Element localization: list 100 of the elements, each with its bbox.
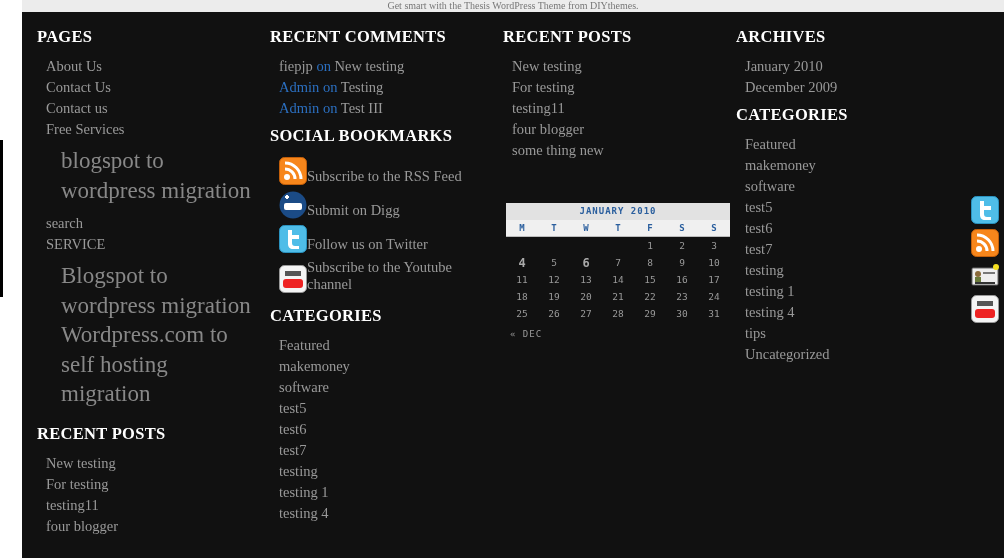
comment-connector: on [316, 58, 331, 74]
calendar-day: 16 [666, 272, 698, 288]
list-link[interactable]: About Us [46, 58, 102, 74]
rss-icon[interactable] [279, 157, 307, 185]
list-link[interactable]: Uncategorized [745, 346, 830, 362]
calendar-day: 12 [538, 272, 570, 288]
calendar-day: 27 [570, 306, 602, 322]
list-link[interactable]: testing11 [512, 100, 565, 116]
comment-author-link[interactable]: Admin [279, 79, 320, 95]
list-link[interactable]: test5 [279, 400, 307, 416]
calendar-day: 15 [634, 272, 666, 288]
calendar-day: 28 [602, 306, 634, 322]
list-link[interactable]: test7 [279, 442, 307, 458]
list-link[interactable]: SERVICE [46, 236, 106, 252]
widget-title: ARCHIVES [736, 26, 826, 48]
calendar-day: 1 [634, 238, 666, 254]
comment-connector: on [322, 79, 338, 95]
rss-icon[interactable] [971, 229, 999, 257]
sub-page-link[interactable]: Wordpress.com to self hosting migration [61, 320, 251, 409]
list-link[interactable]: four blogger [512, 121, 585, 137]
list-link[interactable]: Featured [279, 337, 330, 353]
comment-author-link[interactable]: Admin [279, 100, 320, 116]
calendar-day: 3 [698, 238, 730, 254]
list-link[interactable]: test5 [745, 199, 773, 215]
list-link[interactable]: testing 4 [745, 304, 795, 320]
list-link[interactable]: testing [745, 262, 784, 278]
calendar-day-link[interactable]: 6 [570, 255, 602, 271]
weekday-label: M [518, 222, 526, 235]
list-link[interactable]: Contact us [46, 100, 108, 116]
bookmark-link[interactable]: Subscribe to the Youtube channel [307, 259, 494, 293]
comment-post-link[interactable]: New testing [334, 58, 405, 74]
list-link[interactable]: January 2010 [745, 58, 823, 74]
calendar-day: 31 [698, 306, 730, 322]
weekday-label: T [550, 222, 558, 235]
weekday-label: W [582, 222, 590, 235]
comment-author: fiepjp [279, 58, 313, 74]
bookmark-link[interactable]: Submit on Digg [307, 202, 400, 219]
calendar-day-link[interactable]: 4 [506, 255, 538, 271]
widget-title: CATEGORIES [736, 104, 848, 126]
comment-post-link[interactable]: Test III [340, 100, 383, 116]
list-link[interactable]: makemoney [745, 157, 816, 173]
calendar-day: 8 [634, 255, 666, 271]
calendar-day: 30 [666, 306, 698, 322]
list-link[interactable]: test6 [745, 220, 773, 236]
widget-title: RECENT POSTS [503, 26, 632, 48]
calendar-day: 24 [698, 289, 730, 305]
list-link[interactable]: test6 [279, 421, 307, 437]
list-link[interactable]: some thing new [512, 142, 604, 158]
calendar-day: 29 [634, 306, 666, 322]
calendar-day: 14 [602, 272, 634, 288]
calendar-day: 13 [570, 272, 602, 288]
widget-title: CATEGORIES [270, 305, 382, 327]
calendar-day: 20 [570, 289, 602, 305]
calendar-day: 9 [666, 255, 698, 271]
weekday-label: S [710, 222, 718, 235]
calendar-day: 7 [602, 255, 634, 271]
comment-post-link[interactable]: Testing [340, 79, 384, 95]
calendar-day: 18 [506, 289, 538, 305]
widget-title: PAGES [37, 26, 93, 48]
bookmark-link[interactable]: Follow us on Twitter [307, 236, 428, 253]
list-link[interactable]: December 2009 [745, 79, 838, 95]
list-link[interactable]: For testing [512, 79, 575, 95]
calendar-day: 17 [698, 272, 730, 288]
bookmark-link[interactable]: Subscribe to the RSS Feed [307, 168, 462, 185]
calendar-day: 19 [538, 289, 570, 305]
sub-page-link[interactable]: Blogspot to wordpress migration [61, 261, 251, 320]
list-link[interactable]: four blogger [46, 517, 119, 534]
list-link[interactable]: testing [279, 463, 318, 479]
list-link[interactable]: Contact Us [46, 79, 111, 95]
tagline: Get smart with the Thesis WordPress Theme from DIYthemes. [387, 0, 639, 12]
weekday-label: F [646, 222, 654, 235]
list-link[interactable]: software [279, 379, 329, 395]
calendar-day: 10 [698, 255, 730, 271]
calendar-day: 22 [634, 289, 666, 305]
calendar-day: 2 [666, 238, 698, 254]
calendar-day: 5 [538, 255, 570, 271]
list-link[interactable]: Free Services [46, 121, 125, 137]
list-link[interactable]: New testing [512, 58, 582, 74]
list-link[interactable]: testing 1 [745, 283, 795, 299]
calendar-day: 26 [538, 306, 570, 322]
weekday-label: S [678, 222, 686, 235]
list-link[interactable]: software [745, 178, 795, 194]
list-link[interactable]: New testing [46, 454, 116, 471]
list-link[interactable]: search [46, 215, 84, 231]
sub-page-link[interactable]: blogspot to wordpress migration [61, 146, 251, 205]
calendar-day: 11 [506, 272, 538, 288]
calendar-month: JANUARY 2010 [506, 203, 730, 220]
list-link[interactable]: test7 [745, 241, 773, 257]
list-link[interactable]: testing 4 [279, 505, 329, 521]
list-link[interactable]: makemoney [279, 358, 350, 374]
widget-title: SOCIAL BOOKMARKS [270, 125, 453, 147]
calendar-day: 21 [602, 289, 634, 305]
list-link[interactable]: For testing [46, 475, 109, 492]
calendar-day: 25 [506, 306, 538, 322]
calendar-day: 23 [666, 289, 698, 305]
list-link[interactable]: tips [745, 325, 766, 341]
list-link[interactable]: Featured [745, 136, 796, 152]
list-link[interactable]: testing11 [46, 496, 99, 513]
previous-month-link[interactable]: « DEC [510, 329, 543, 339]
list-link[interactable]: testing 1 [279, 484, 329, 500]
